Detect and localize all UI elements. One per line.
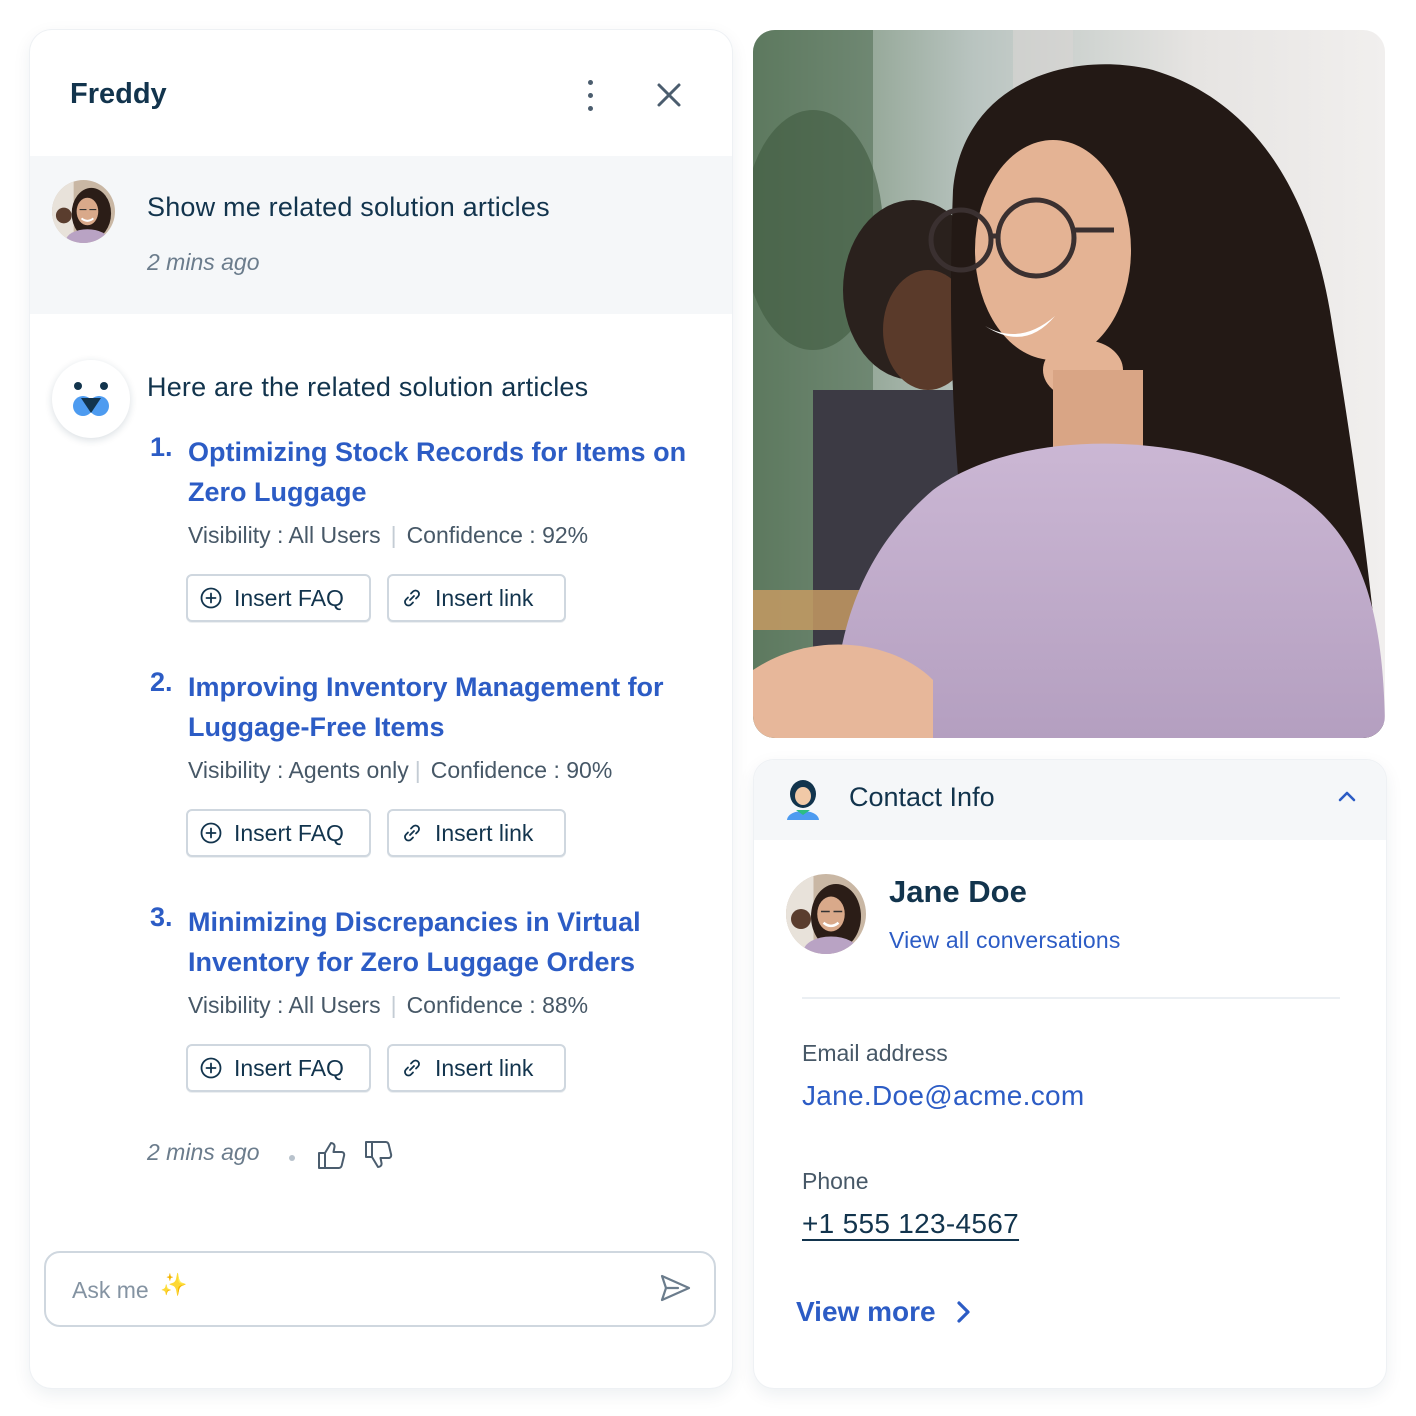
phone-link[interactable]: +1 555 123-4567: [802, 1208, 1019, 1240]
insert-faq-label: Insert FAQ: [234, 1054, 344, 1081]
article-confidence: Confidence : 90%: [430, 757, 613, 783]
user-message: Show me related solution articles 2 mins…: [30, 156, 732, 314]
sparkle-icon: ✨: [160, 1272, 188, 1297]
meta-divider: |: [414, 757, 421, 783]
article-confidence: Confidence : 92%: [406, 522, 589, 548]
kebab-menu-icon[interactable]: [578, 78, 602, 114]
email-link[interactable]: Jane.Doe@acme.com: [802, 1080, 1085, 1112]
plus-circle-icon: [200, 822, 222, 844]
insert-link-button[interactable]: Insert link: [387, 574, 566, 622]
article-title-link[interactable]: Minimizing Discrepancies in Virtual Inve…: [188, 902, 708, 982]
insert-faq-button[interactable]: Insert FAQ: [186, 1044, 371, 1092]
insert-faq-label: Insert FAQ: [234, 584, 344, 611]
separator-dot: [289, 1155, 295, 1161]
insert-link-label: Insert link: [435, 819, 534, 846]
bot-intro-text: Here are the related solution articles: [147, 372, 589, 402]
ask-me-input[interactable]: [72, 1271, 632, 1309]
article-meta: Visibility : All Users | Confidence : 92%: [188, 522, 588, 549]
article-visibility: Visibility : Agents only: [188, 757, 409, 783]
article-number: 1.: [150, 432, 173, 462]
user-message-text: Show me related solution articles: [147, 192, 550, 222]
view-all-conversations-link[interactable]: View all conversations: [889, 927, 1121, 954]
email-label: Email address: [802, 1040, 948, 1066]
view-more-label: View more: [796, 1296, 936, 1327]
send-icon[interactable]: [658, 1271, 692, 1305]
contact-avatar: [786, 874, 866, 954]
thumbs-down-icon[interactable]: [362, 1138, 396, 1172]
freddy-bot-icon: [73, 382, 109, 416]
article-meta: Visibility : All Users | Confidence : 88%: [188, 992, 588, 1019]
chat-title: Freddy: [70, 78, 167, 110]
chat-header: Freddy: [30, 30, 732, 156]
phone-label: Phone: [802, 1168, 869, 1194]
link-icon: [404, 589, 420, 607]
plus-circle-icon: [200, 587, 222, 609]
insert-link-button[interactable]: Insert link: [387, 1044, 566, 1092]
chevron-up-icon[interactable]: [1334, 784, 1360, 810]
article-title-link[interactable]: Optimizing Stock Records for Items on Ze…: [188, 432, 708, 512]
contact-name: Jane Doe: [889, 874, 1027, 909]
link-icon: [404, 824, 420, 842]
bot-message-time: 2 mins ago: [147, 1139, 260, 1165]
article-title-link[interactable]: Improving Inventory Management for Lugga…: [188, 667, 708, 747]
view-more-link[interactable]: View more: [796, 1296, 974, 1328]
contact-info-header[interactable]: Contact Info: [754, 760, 1386, 840]
thumbs-up-icon[interactable]: [315, 1138, 349, 1172]
insert-faq-label: Insert FAQ: [234, 819, 344, 846]
user-message-time: 2 mins ago: [147, 249, 260, 275]
close-icon[interactable]: [652, 78, 686, 112]
article-visibility: Visibility : All Users: [188, 992, 381, 1018]
insert-faq-button[interactable]: Insert FAQ: [186, 809, 371, 857]
user-avatar: [52, 180, 115, 243]
customer-photo: [753, 30, 1385, 738]
ask-me-box: ✨: [44, 1251, 716, 1327]
divider: [802, 997, 1340, 999]
article-number: 3.: [150, 902, 173, 932]
freddy-bot-avatar: [52, 360, 130, 438]
meta-divider: |: [390, 992, 397, 1018]
article-visibility: Visibility : All Users: [188, 522, 381, 548]
insert-link-button[interactable]: Insert link: [387, 809, 566, 857]
insert-faq-button[interactable]: Insert FAQ: [186, 574, 371, 622]
contact-person-icon: [787, 780, 819, 820]
link-icon: [404, 1059, 420, 1077]
contact-info-card: Contact Info Jane Doe View all conversat…: [754, 760, 1386, 1388]
insert-link-label: Insert link: [435, 584, 534, 611]
insert-link-label: Insert link: [435, 1054, 534, 1081]
plus-circle-icon: [200, 1057, 222, 1079]
article-confidence: Confidence : 88%: [406, 992, 589, 1018]
freddy-chat-panel: Freddy Show me related solution articles…: [30, 30, 732, 1388]
article-number: 2.: [150, 667, 173, 697]
chevron-right-icon: [956, 1301, 970, 1323]
article-meta: Visibility : Agents only | Confidence : 90…: [188, 757, 612, 784]
meta-divider: |: [390, 522, 397, 548]
contact-info-title: Contact Info: [849, 782, 995, 812]
